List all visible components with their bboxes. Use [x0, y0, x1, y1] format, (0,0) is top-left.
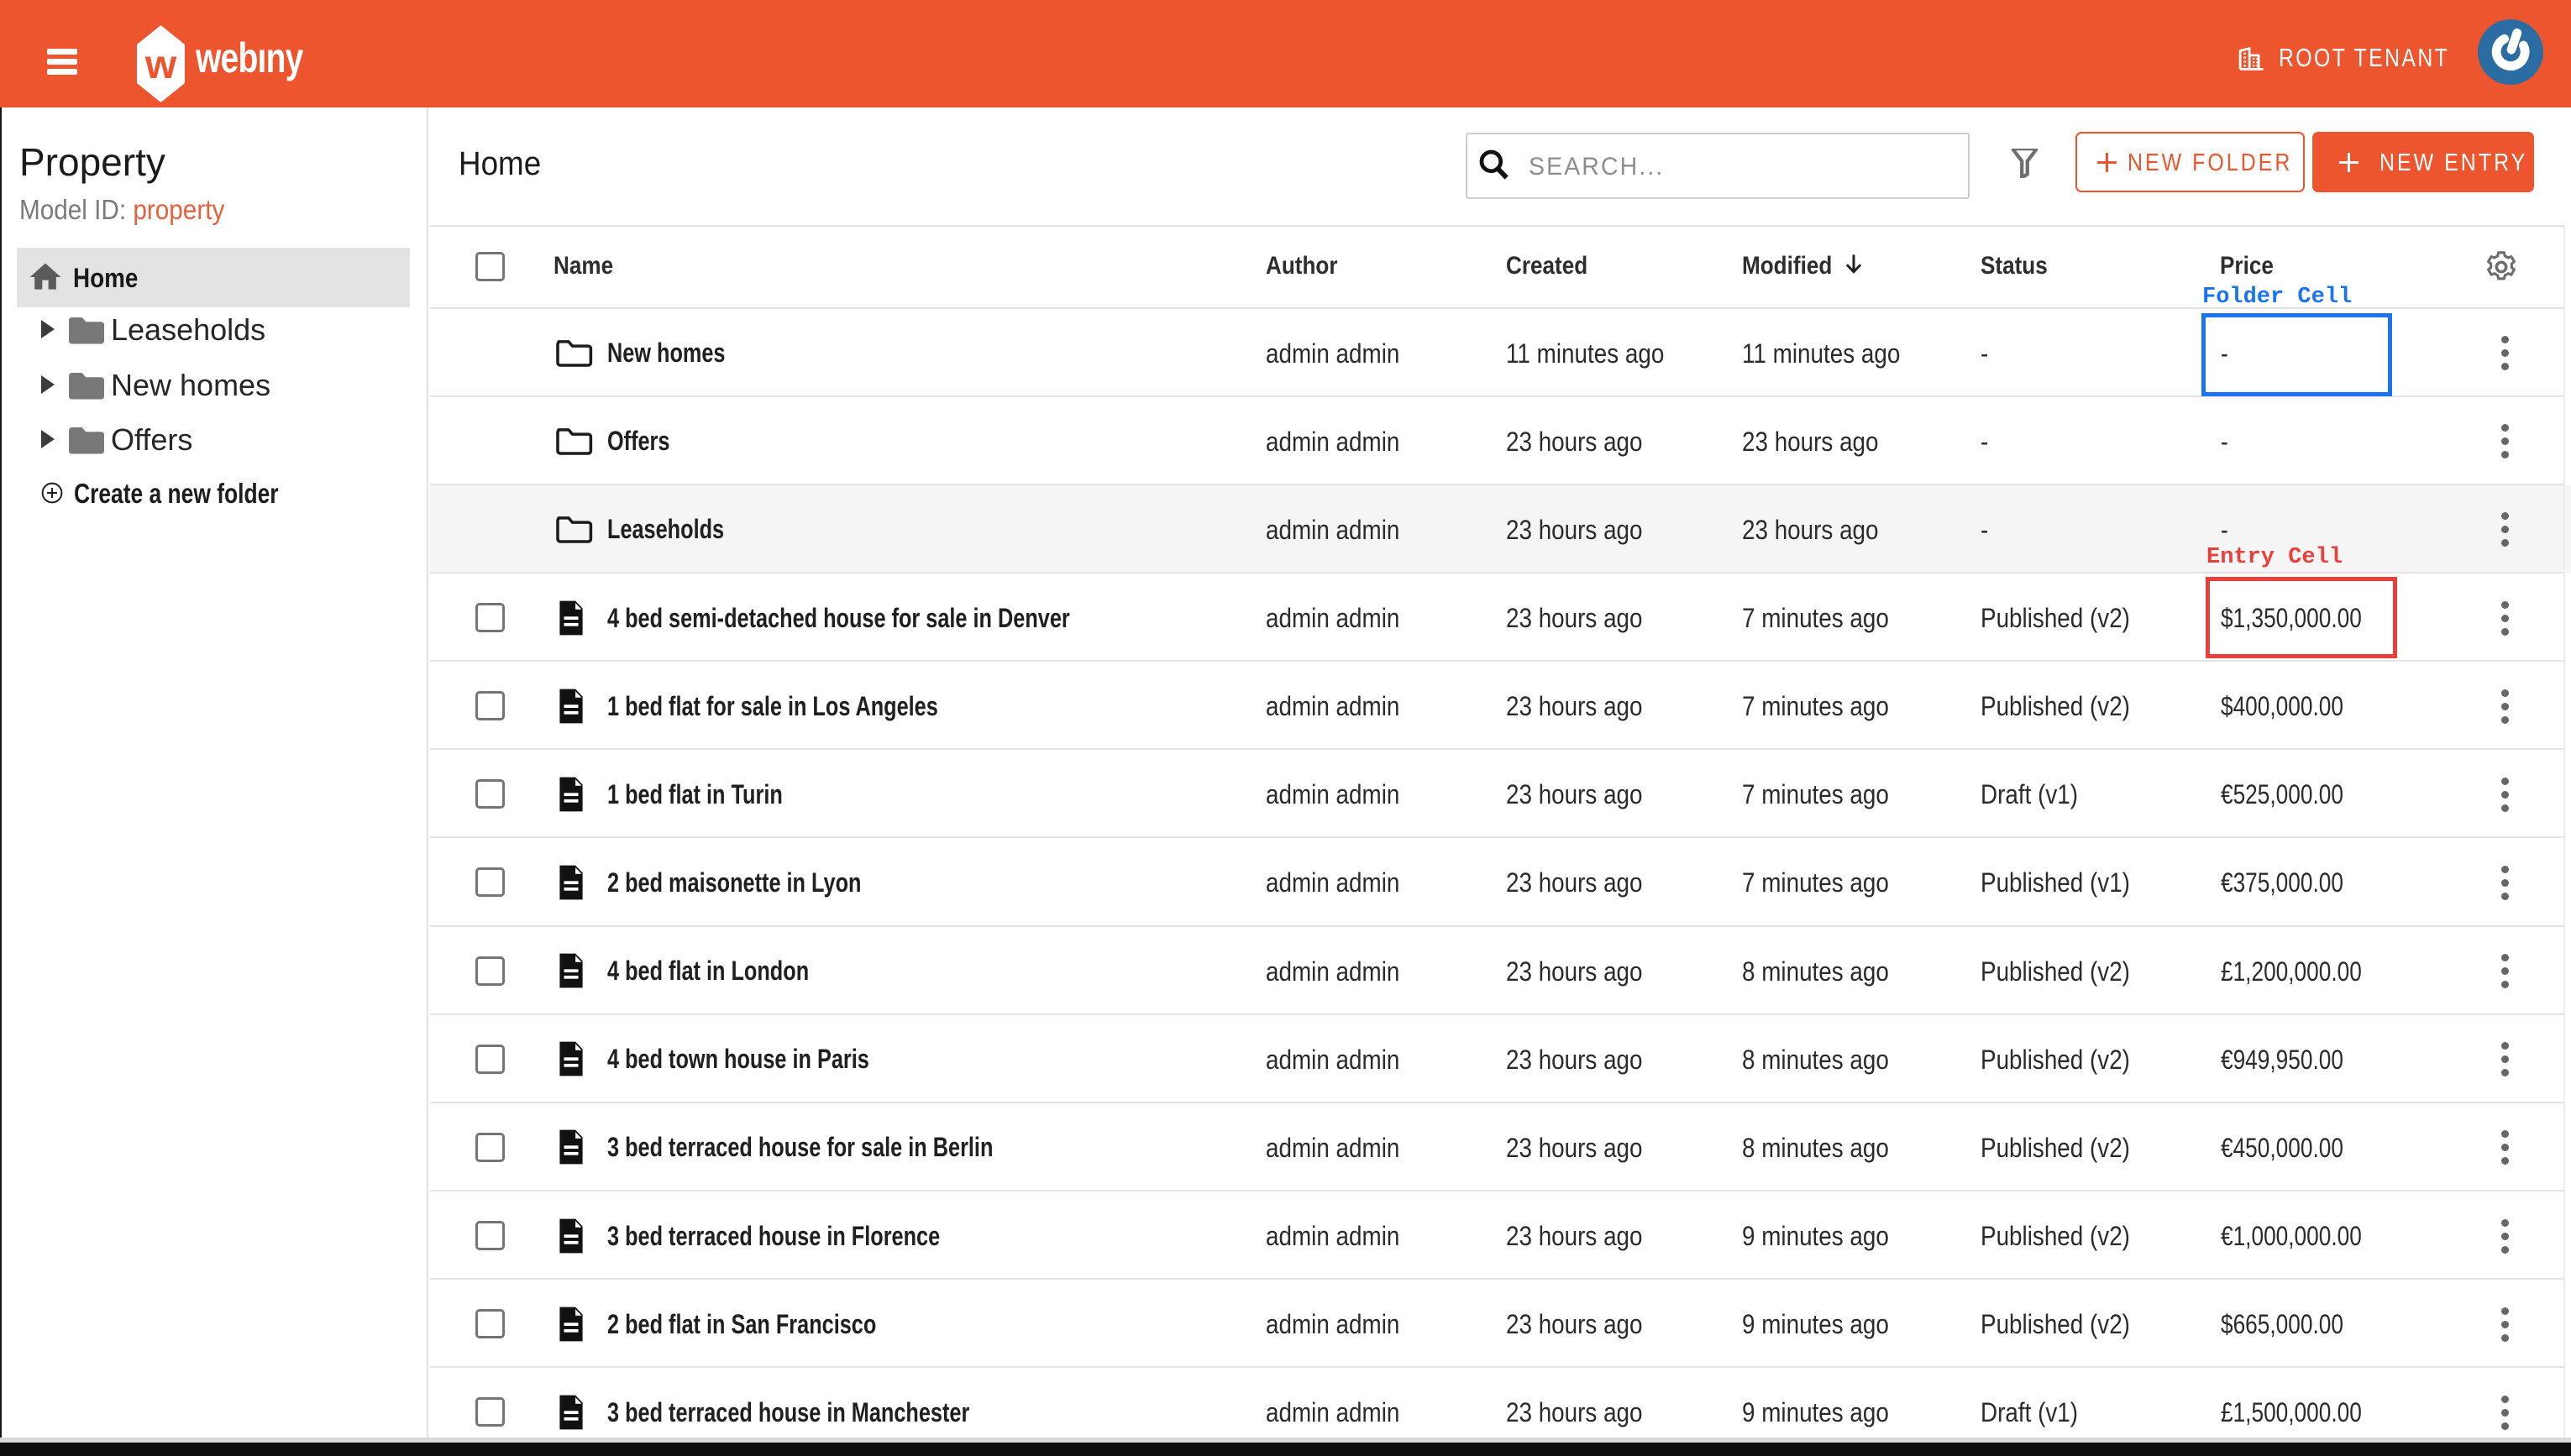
- svg-text:w: w: [144, 43, 177, 87]
